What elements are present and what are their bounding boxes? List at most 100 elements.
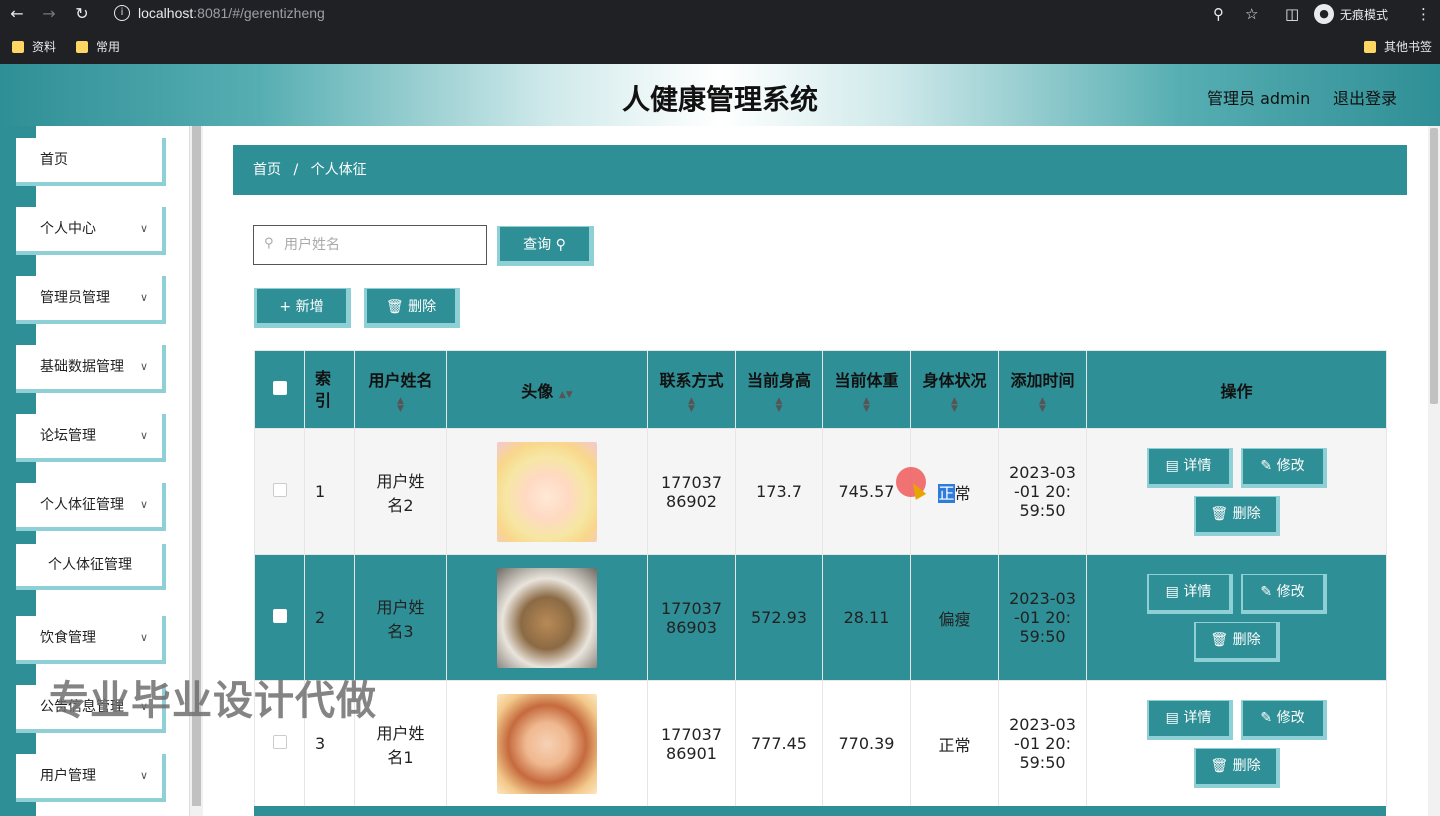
detail-button[interactable]: ▤ 详情 <box>1146 573 1233 614</box>
browser-chrome: ← → ↻ i localhost:8081/#/gerentizheng ⚲ … <box>0 0 1440 64</box>
name-cell: 用户姓名3 <box>354 554 447 681</box>
table-header: 索引 用户姓名 ▲ ▼ 头像 ▲▼ 联系方式 ▲ ▼ 当前身高 ▲ ▼ 当前体重 ▲ ▼ 身体状… <box>254 350 1387 429</box>
info-icon[interactable]: i <box>114 5 130 21</box>
sidebar-item-base-data[interactable]: 基础数据管理 ∨ <box>16 345 166 393</box>
sidebar-item-admin-mgmt[interactable]: 管理员管理 ∨ <box>16 276 166 324</box>
chevron-down-icon: ∨ <box>139 360 148 373</box>
edit-button[interactable]: ✎ 修改 <box>1240 699 1327 740</box>
menu-icon[interactable]: ⋮ <box>1416 5 1431 23</box>
delete-button[interactable]: 🗑 删除 <box>1193 747 1280 788</box>
detail-button[interactable]: ▤ 详情 <box>1146 699 1233 740</box>
plus-icon: + <box>279 299 292 315</box>
url-text[interactable]: localhost:8081/#/gerentizheng <box>138 5 325 21</box>
status-cell: 偏瘦 <box>910 554 999 681</box>
search-input[interactable] <box>284 234 474 256</box>
column-header[interactable]: 用户姓名 ▲ ▼ <box>354 350 447 429</box>
query-button[interactable]: 查询 ⚲ <box>497 226 594 266</box>
other-bookmarks[interactable]: 其他书签 <box>1364 38 1432 55</box>
sort-icon[interactable]: ▲▼ <box>648 396 735 413</box>
batch-delete-button[interactable]: 🗑 删除 <box>364 288 460 328</box>
forward-icon[interactable]: → <box>40 5 58 23</box>
pencil-icon: ✎ <box>1260 457 1273 474</box>
column-header[interactable]: 索引 <box>304 350 355 429</box>
detail-button[interactable]: ▤ 详情 <box>1146 447 1233 488</box>
edit-button[interactable]: ✎ 修改 <box>1240 447 1327 488</box>
star-icon[interactable]: ☆ <box>1245 5 1258 23</box>
column-header[interactable]: 头像 ▲▼ <box>446 350 648 429</box>
pencil-icon: ✎ <box>1260 709 1273 726</box>
column-header: 操作 <box>1086 350 1387 429</box>
breadcrumb-home[interactable]: 首页 <box>253 162 281 178</box>
logout-link[interactable]: 退出登录 <box>1333 85 1397 109</box>
column-header[interactable]: 添加时间 ▲ ▼ <box>998 350 1087 429</box>
chevron-down-icon: ∨ <box>139 291 148 304</box>
column-header[interactable]: 联系方式 ▲ ▼ <box>647 350 736 429</box>
delete-button[interactable]: 🗑 删除 <box>1193 495 1280 536</box>
chevron-down-icon: ∨ <box>139 631 148 644</box>
add-button[interactable]: + 新增 <box>254 288 351 328</box>
index-cell: 1 <box>304 428 355 555</box>
sort-icon[interactable]: ▲▼ <box>559 390 573 400</box>
table-row-partial <box>254 806 1386 816</box>
search-field[interactable]: ⚲ <box>253 225 487 265</box>
trash-icon: 🗑 <box>1210 505 1229 522</box>
delete-button[interactable]: 🗑 删除 <box>1193 621 1280 662</box>
bookmarks-bar: 资料 常用 其他书签 <box>0 34 1440 60</box>
search-icon: ⚲ <box>264 236 274 251</box>
edit-button[interactable]: ✎ 修改 <box>1240 573 1327 614</box>
phone-cell: 17703786901 <box>647 680 736 807</box>
sort-icon[interactable]: ▲▼ <box>355 396 446 413</box>
sidebar-item-body-signs[interactable]: 个人体征管理 ∨ <box>16 483 166 531</box>
weight-cell: 28.11 <box>822 554 911 681</box>
avatar-cell <box>446 428 648 555</box>
sidebar-item-users[interactable]: 用户管理 ∨ <box>16 754 166 802</box>
sort-icon[interactable]: ▲▼ <box>999 396 1086 413</box>
pencil-icon: ✎ <box>1260 583 1273 600</box>
back-icon[interactable]: ← <box>8 5 26 23</box>
sidebar-item-personal-center[interactable]: 个人中心 ∨ <box>16 207 166 255</box>
column-header[interactable]: 身体状况 ▲ ▼ <box>910 350 999 429</box>
chevron-down-icon: ∨ <box>139 769 148 782</box>
weight-cell: 745.57 <box>822 428 911 555</box>
watermark: 专业毕业设计代做 <box>49 678 377 724</box>
bookmark-folder[interactable]: 常用 <box>76 38 120 55</box>
sort-icon[interactable]: ▲▼ <box>736 396 822 413</box>
reload-icon[interactable]: ↻ <box>73 5 91 23</box>
sidebar-item-diet[interactable]: 饮食管理 ∨ <box>16 616 166 664</box>
row-checkbox[interactable] <box>272 735 287 749</box>
height-cell: 173.7 <box>735 428 823 555</box>
sort-icon[interactable]: ▲▼ <box>911 396 998 413</box>
time-cell: 2023-03-01 20:59:50 <box>998 554 1087 681</box>
incognito-badge[interactable]: ● 无痕模式 <box>1314 3 1388 25</box>
row-checkbox[interactable] <box>272 609 287 623</box>
status-text: 常 <box>954 483 971 503</box>
bookmark-folder[interactable]: 资料 <box>12 38 56 55</box>
avatar[interactable] <box>497 693 597 794</box>
table-row: 3 用户姓名1 17703786901 777.45 770.39 正常 202… <box>254 680 1387 807</box>
avatar[interactable] <box>497 441 597 542</box>
admin-label: 管理员 admin <box>1207 89 1311 108</box>
scrollbar-thumb[interactable] <box>1430 128 1438 404</box>
folder-icon <box>1364 40 1376 53</box>
height-cell: 777.45 <box>735 680 823 807</box>
selected-text: 正 <box>938 483 955 503</box>
key-icon[interactable]: ⚲ <box>1213 5 1224 23</box>
browser-toolbar: ← → ↻ i localhost:8081/#/gerentizheng ⚲ … <box>0 0 1440 28</box>
row-checkbox[interactable] <box>272 483 287 497</box>
column-header[interactable]: 当前身高 ▲ ▼ <box>735 350 823 429</box>
column-header[interactable]: 当前体重 ▲ ▼ <box>822 350 911 429</box>
avatar-cell <box>446 554 648 681</box>
sort-icon[interactable]: ▲▼ <box>823 396 910 413</box>
phone-cell: 17703786903 <box>647 554 736 681</box>
search-icon: ⚲ <box>555 237 566 253</box>
avatar[interactable] <box>497 567 597 668</box>
trash-icon: 🗑 <box>1210 631 1229 648</box>
sidebar-item-forum[interactable]: 论坛管理 ∨ <box>16 414 166 462</box>
sidebar-subitem-body-signs[interactable]: 个人体征管理 <box>16 544 166 590</box>
app-header: 人健康管理系统 管理员 admin 退出登录 <box>0 64 1440 126</box>
sidepanel-icon[interactable]: ◫ <box>1285 5 1299 23</box>
sidebar-item-home[interactable]: 首页 <box>16 138 166 186</box>
page-scrollbar[interactable] <box>1428 126 1440 816</box>
row-select-cell <box>254 554 305 681</box>
select-all-checkbox[interactable] <box>272 381 287 395</box>
